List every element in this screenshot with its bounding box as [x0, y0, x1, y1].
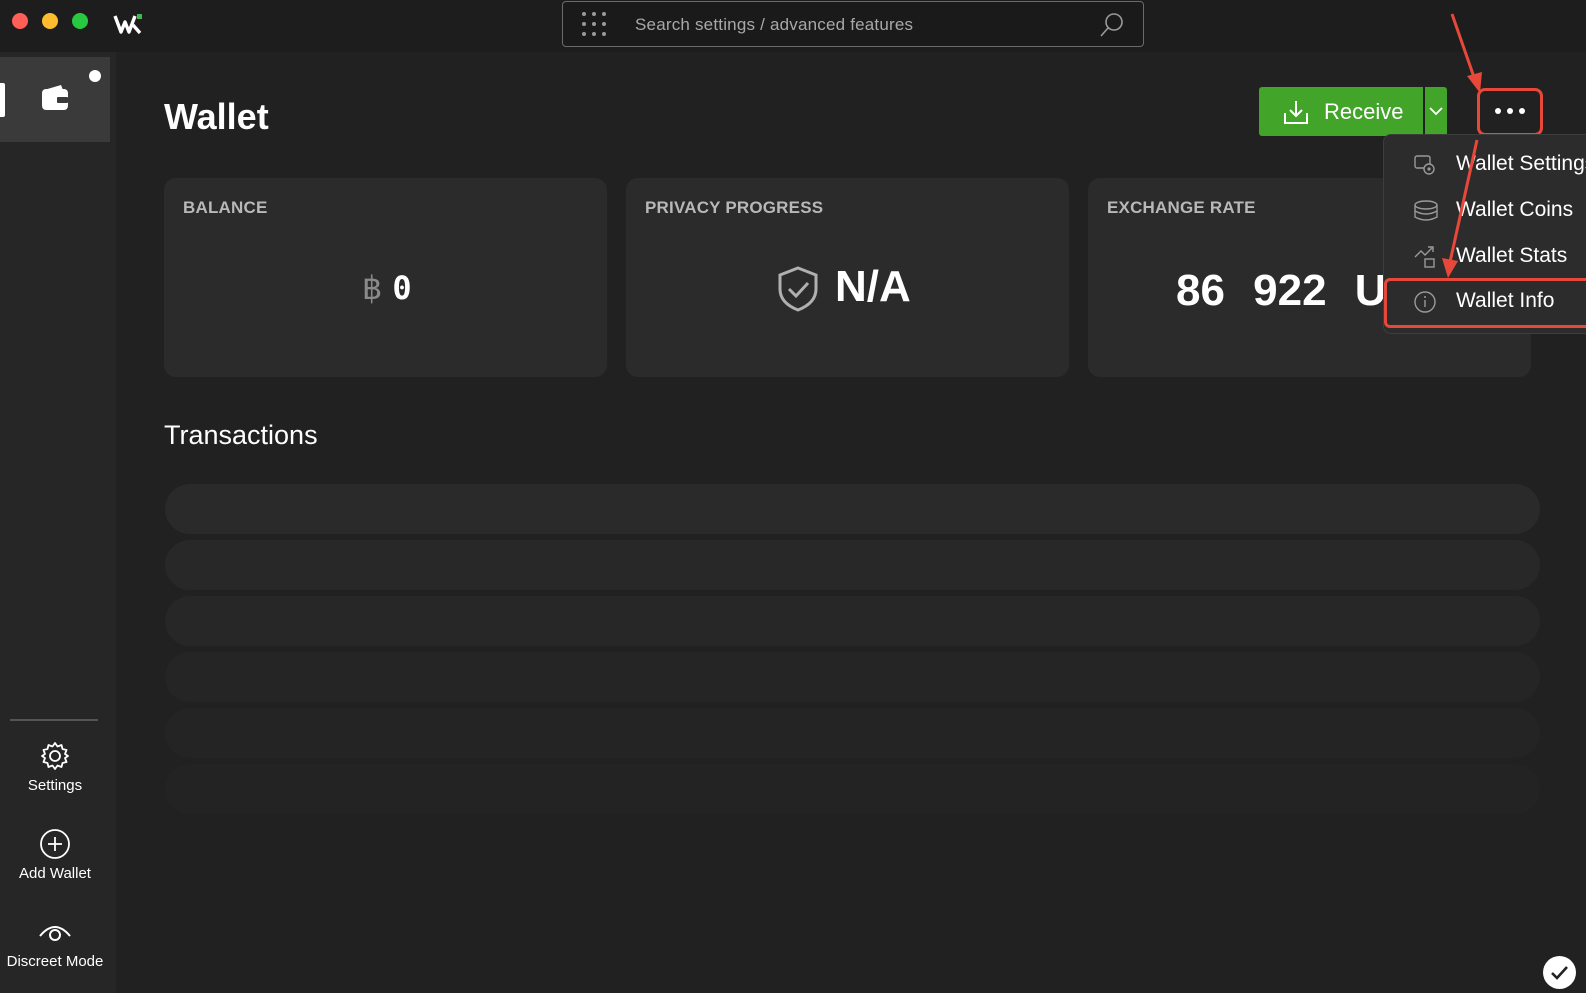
plus-circle-icon [40, 829, 70, 859]
menu-item-label: Wallet Coins [1456, 198, 1574, 221]
sidebar-item-wallet[interactable] [0, 57, 110, 142]
receive-label: Receive [1324, 99, 1404, 124]
transaction-placeholder-row [165, 708, 1540, 758]
page-title: Wallet [164, 96, 269, 137]
sync-status-indicator[interactable] [1543, 956, 1576, 989]
bitcoin-icon: ฿ [362, 269, 383, 307]
app-logo-icon [113, 14, 142, 35]
eye-icon [39, 926, 71, 941]
active-indicator [0, 83, 5, 117]
minimize-window-button[interactable] [42, 13, 58, 29]
sidebar-item-add-wallet[interactable]: Add Wallet [0, 828, 110, 882]
chevron-down-icon [1429, 107, 1443, 116]
sidebar-item-discreet-mode[interactable]: Discreet Mode [0, 918, 110, 970]
search-bar[interactable]: Search settings / advanced features [562, 1, 1144, 47]
privacy-progress-label: PRIVACY PROGRESS [645, 198, 824, 217]
search-input[interactable]: Search settings / advanced features [635, 15, 913, 35]
transaction-placeholder-row [165, 596, 1540, 646]
transaction-placeholder-row [165, 484, 1540, 534]
balance-label: BALANCE [183, 198, 268, 217]
privacy-progress-card: PRIVACY PROGRESS N/A [626, 178, 1069, 377]
main-content: Wallet Receive BALANCE ฿ 0 PRIVACY PROGRE… [116, 52, 1586, 993]
gear-icon [41, 742, 69, 770]
menu-item-label: Wallet Stats [1456, 244, 1568, 267]
close-window-button[interactable] [12, 13, 28, 29]
exchange-rate-value: 86 922 U [1176, 266, 1387, 315]
info-icon [1414, 291, 1436, 313]
sidebar-divider [10, 719, 98, 721]
receive-options-button[interactable] [1425, 87, 1447, 136]
title-bar: Search settings / advanced features [0, 0, 1586, 52]
menu-item-label: Wallet Info [1456, 289, 1555, 312]
sidebar-item-label: Add Wallet [19, 865, 91, 882]
balance-card: BALANCE ฿ 0 [164, 178, 607, 377]
transaction-placeholder-row [165, 764, 1540, 814]
menu-item-wallet-stats[interactable]: Wallet Stats [1384, 234, 1586, 278]
exchange-rate-label: EXCHANGE RATE [1107, 198, 1256, 217]
more-options-button[interactable] [1477, 88, 1543, 136]
search-icon [1100, 13, 1123, 37]
balance-value: 0 [392, 269, 412, 307]
transactions-title: Transactions [164, 420, 318, 450]
wallet-icon [42, 85, 68, 110]
sidebar-item-settings[interactable]: Settings [0, 740, 110, 794]
wallet-settings-icon [1414, 155, 1435, 175]
sidebar-item-label: Settings [27, 777, 83, 794]
download-icon [1284, 101, 1308, 124]
more-options-menu: Wallet Settings Wallet Coins Wallet Stat… [1383, 134, 1586, 334]
privacy-progress-value: N/A [835, 262, 911, 311]
apps-grid-icon [582, 12, 606, 36]
zoom-window-button[interactable] [72, 13, 88, 29]
more-dots-icon [1495, 108, 1525, 114]
balance-value-group: ฿ 0 [362, 269, 412, 307]
shield-check-icon [778, 266, 818, 312]
sidebar-item-label: Discreet Mode [6, 953, 104, 970]
transaction-placeholder-row [165, 540, 1540, 590]
sidebar: Settings Add Wallet Discreet Mode [0, 52, 116, 993]
menu-item-wallet-coins[interactable]: Wallet Coins [1384, 188, 1586, 232]
menu-item-wallet-settings[interactable]: Wallet Settings [1384, 142, 1586, 186]
menu-item-wallet-info[interactable]: Wallet Info [1384, 278, 1586, 328]
coins-stack-icon [1414, 200, 1438, 221]
stats-chart-icon [1414, 246, 1435, 268]
checkmark-icon [1551, 966, 1568, 980]
transaction-placeholder-row [165, 652, 1540, 702]
receive-button[interactable]: Receive [1259, 87, 1423, 136]
notification-dot [89, 70, 101, 82]
menu-item-label: Wallet Settings [1456, 152, 1586, 175]
